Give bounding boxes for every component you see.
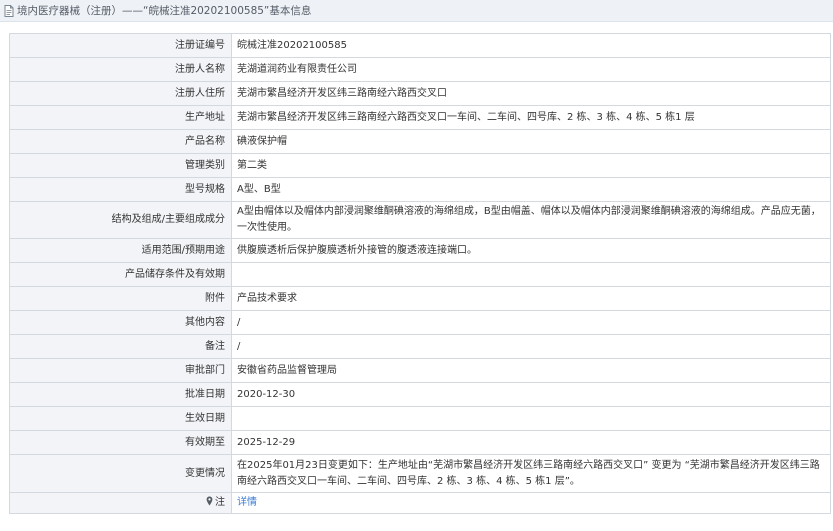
map-pin-icon: [206, 496, 213, 506]
table-row: 型号规格 A型、B型: [9, 177, 831, 202]
table-row: 备注 /: [9, 334, 831, 359]
table-row: 生效日期: [9, 406, 831, 431]
row-value: 芜湖道润药业有限责任公司: [231, 57, 831, 82]
table-row: 注册人名称 芜湖道润药业有限责任公司: [9, 57, 831, 82]
table-row: 适用范围/预期用途 供腹膜透析后保护腹膜透析外接管的腹透液连接端口。: [9, 238, 831, 263]
row-label: 有效期至: [9, 430, 232, 455]
row-label: 批准日期: [9, 382, 232, 407]
row-label: 适用范围/预期用途: [9, 238, 232, 263]
note-label: 注: [215, 497, 225, 508]
table-row: 注册人住所 芜湖市繁昌经济开发区纬三路南经六路西交叉口: [9, 81, 831, 106]
row-label: 注册证编号: [9, 33, 232, 58]
row-value: 芜湖市繁昌经济开发区纬三路南经六路西交叉口一车间、二车间、四号库、2 栋、3 栋…: [231, 105, 831, 130]
row-value: 芜湖市繁昌经济开发区纬三路南经六路西交叉口: [231, 81, 831, 106]
table-row: 批准日期 2020-12-30: [9, 382, 831, 407]
info-table-container: 注册证编号 皖械注准20202100585 注册人名称 芜湖道润药业有限责任公司…: [9, 33, 831, 514]
table-row: 有效期至 2025-12-29: [9, 430, 831, 455]
table-row: 结构及组成/主要组成成分 A型由帽体以及帽体内部浸润聚维酮碘溶液的海绵组成，B型…: [9, 201, 831, 239]
details-link[interactable]: 详情: [237, 497, 257, 508]
table-row: 生产地址 芜湖市繁昌经济开发区纬三路南经六路西交叉口一车间、二车间、四号库、2 …: [9, 105, 831, 130]
table-row: 注册证编号 皖械注准20202100585: [9, 33, 831, 58]
row-label: 注册人名称: [9, 57, 232, 82]
row-value: /: [231, 310, 831, 335]
table-row: 注 详情: [9, 492, 831, 514]
row-value: [231, 406, 831, 431]
row-value: 皖械注准20202100585: [231, 33, 831, 58]
row-label: 产品名称: [9, 129, 232, 154]
row-label-note: 注: [9, 492, 232, 514]
row-value: 碘液保护帽: [231, 129, 831, 154]
row-label: 管理类别: [9, 153, 232, 178]
page-header: 境内医疗器械（注册）——“皖械注准20202100585”基本信息: [0, 0, 833, 22]
row-label: 其他内容: [9, 310, 232, 335]
row-value: 2020-12-30: [231, 382, 831, 407]
row-label: 型号规格: [9, 177, 232, 202]
row-value: 安徽省药品监督管理局: [231, 358, 831, 383]
row-value: [231, 262, 831, 287]
table-row: 变更情况 在2025年01月23日变更如下：生产地址由“芜湖市繁昌经济开发区纬三…: [9, 454, 831, 493]
row-label: 结构及组成/主要组成成分: [9, 201, 232, 239]
row-label: 附件: [9, 286, 232, 311]
row-value: A型由帽体以及帽体内部浸润聚维酮碘溶液的海绵组成，B型由帽盖、帽体以及帽体内部浸…: [231, 201, 831, 239]
table-row: 附件 产品技术要求: [9, 286, 831, 311]
table-row: 产品名称 碘液保护帽: [9, 129, 831, 154]
row-label: 生产地址: [9, 105, 232, 130]
row-label: 备注: [9, 334, 232, 359]
row-value: 在2025年01月23日变更如下：生产地址由“芜湖市繁昌经济开发区纬三路南经六路…: [231, 454, 831, 493]
row-value: 供腹膜透析后保护腹膜透析外接管的腹透液连接端口。: [231, 238, 831, 263]
page-title: 境内医疗器械（注册）——“皖械注准20202100585”基本信息: [17, 5, 312, 17]
row-value: 2025-12-29: [231, 430, 831, 455]
row-value: 详情: [231, 492, 831, 514]
table-row: 产品储存条件及有效期: [9, 262, 831, 287]
info-table: 注册证编号 皖械注准20202100585 注册人名称 芜湖道润药业有限责任公司…: [9, 33, 831, 514]
row-label: 注册人住所: [9, 81, 232, 106]
row-label: 变更情况: [9, 454, 232, 493]
table-row: 管理类别 第二类: [9, 153, 831, 178]
row-label: 生效日期: [9, 406, 232, 431]
row-value: 产品技术要求: [231, 286, 831, 311]
row-value: 第二类: [231, 153, 831, 178]
row-value: /: [231, 334, 831, 359]
table-row: 其他内容 /: [9, 310, 831, 335]
document-icon: [4, 4, 14, 17]
row-label: 审批部门: [9, 358, 232, 383]
row-label: 产品储存条件及有效期: [9, 262, 232, 287]
table-row: 审批部门 安徽省药品监督管理局: [9, 358, 831, 383]
row-value: A型、B型: [231, 177, 831, 202]
